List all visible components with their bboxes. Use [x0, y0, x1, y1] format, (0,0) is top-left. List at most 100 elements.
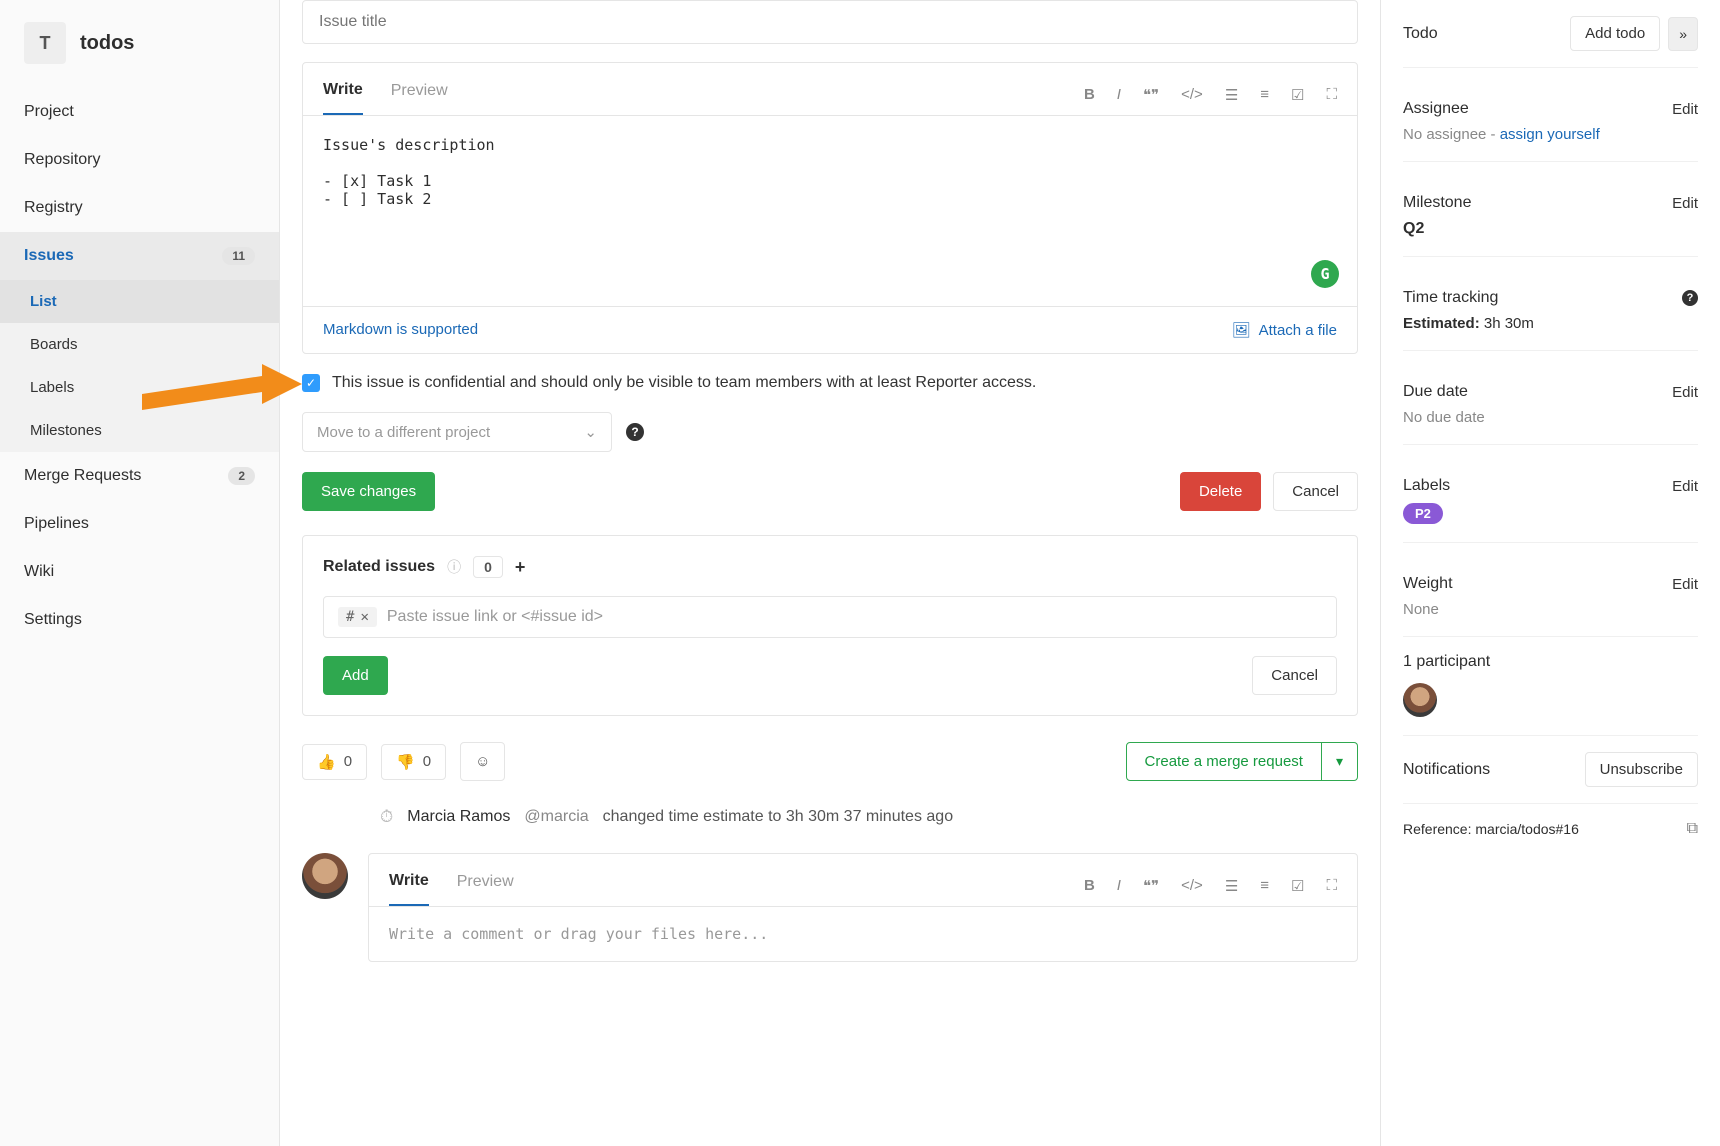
project-avatar: T [24, 22, 66, 64]
duedate-value: No due date [1403, 409, 1698, 445]
weight-edit[interactable]: Edit [1672, 576, 1698, 593]
task-icon[interactable]: ☑ [1291, 877, 1304, 895]
help-icon[interactable]: ⓘ [447, 557, 461, 577]
cancel-button[interactable]: Cancel [1273, 472, 1358, 511]
quote-icon[interactable]: ❝❞ [1143, 86, 1159, 104]
comment-tab-write[interactable]: Write [389, 866, 429, 906]
collapse-sidebar-button[interactable]: » [1668, 17, 1698, 51]
labels-label: Labels [1403, 477, 1450, 495]
create-mr-button[interactable]: Create a merge request [1126, 742, 1322, 781]
nav-pipelines[interactable]: Pipelines [0, 500, 279, 548]
thumbs-up-button[interactable]: 👍 0 [302, 744, 367, 780]
tab-preview[interactable]: Preview [391, 76, 448, 114]
assignee-edit[interactable]: Edit [1672, 101, 1698, 118]
confidential-row: ✓ This issue is confidential and should … [302, 374, 1358, 392]
duedate-edit[interactable]: Edit [1672, 384, 1698, 401]
assign-yourself-link[interactable]: assign yourself [1500, 126, 1600, 143]
related-add-button[interactable]: Add [323, 656, 388, 695]
participants-label: 1 participant [1403, 653, 1698, 683]
editor-toolbar: B I ❝❞ </> ☰ ≡ ☑ ⛶ [1084, 86, 1337, 104]
project-name: todos [80, 32, 134, 55]
milestone-value: Q2 [1403, 220, 1698, 257]
nav-settings[interactable]: Settings [0, 596, 279, 644]
clock-icon: ⏱ [380, 807, 393, 827]
ul-icon[interactable]: ☰ [1225, 86, 1238, 104]
code-icon[interactable]: </> [1181, 877, 1203, 895]
comment-textarea[interactable]: Write a comment or drag your files here.… [369, 907, 1357, 961]
description-editor: Write Preview B I ❝❞ </> ☰ ≡ ☑ ⛶ Issue's… [302, 62, 1358, 354]
nav-project[interactable]: Project [0, 88, 279, 136]
activity-text: changed time estimate to 3h 30m 37 minut… [603, 808, 953, 826]
comment-tab-preview[interactable]: Preview [457, 867, 514, 905]
editor-textarea[interactable]: Issue's description - [x] Task 1 - [ ] T… [303, 116, 1357, 306]
nav-repository[interactable]: Repository [0, 136, 279, 184]
arrow-annotation [142, 354, 302, 434]
emoji-picker-button[interactable]: ☺ [460, 742, 505, 781]
italic-icon[interactable]: I [1117, 86, 1121, 104]
copy-icon[interactable]: ⧉ [1687, 820, 1698, 838]
nav-wiki[interactable]: Wiki [0, 548, 279, 596]
bold-icon[interactable]: B [1084, 86, 1095, 104]
related-issue-input[interactable]: #✕ Paste issue link or <#issue id> [323, 596, 1337, 638]
weight-label: Weight [1403, 575, 1453, 593]
issues-count-badge: 11 [222, 247, 255, 265]
nav-issues[interactable]: Issues 11 [0, 232, 279, 280]
unsubscribe-button[interactable]: Unsubscribe [1585, 752, 1698, 787]
activity-handle[interactable]: @marcia [524, 808, 588, 826]
add-todo-button[interactable]: Add todo [1570, 16, 1660, 51]
related-cancel-button[interactable]: Cancel [1252, 656, 1337, 695]
time-tracking-label: Time tracking [1403, 289, 1498, 307]
comment-editor: Write Preview B I ❝❞ </> ☰ ≡ ☑ ⛶ Write a… [368, 853, 1358, 962]
confidential-checkbox[interactable]: ✓ [302, 374, 320, 392]
labels-edit[interactable]: Edit [1672, 478, 1698, 495]
project-header: T todos [0, 8, 279, 88]
fullscreen-icon[interactable]: ⛶ [1326, 877, 1337, 895]
move-project-select[interactable]: Move to a different project ⌄ [302, 412, 612, 452]
notifications-label: Notifications [1403, 761, 1490, 779]
help-icon[interactable]: ? [626, 423, 644, 441]
milestone-label: Milestone [1403, 194, 1471, 212]
ol-icon[interactable]: ≡ [1260, 877, 1269, 895]
hash-chip[interactable]: #✕ [338, 607, 377, 627]
mr-count-badge: 2 [228, 467, 255, 485]
delete-button[interactable]: Delete [1180, 472, 1261, 511]
todo-label: Todo [1403, 25, 1438, 43]
confidential-label: This issue is confidential and should on… [332, 374, 1036, 392]
activity-entry: ⏱ Marcia Ramos @marcia changed time esti… [302, 807, 1358, 827]
label-pill[interactable]: P2 [1403, 503, 1443, 524]
quote-icon[interactable]: ❝❞ [1143, 877, 1159, 895]
code-icon[interactable]: </> [1181, 86, 1203, 104]
ol-icon[interactable]: ≡ [1260, 86, 1269, 104]
related-count: 0 [473, 556, 503, 578]
related-issues-panel: Related issues ⓘ 0 + #✕ Paste issue link… [302, 535, 1358, 716]
subnav-list[interactable]: List [0, 280, 279, 323]
save-button[interactable]: Save changes [302, 472, 435, 511]
tab-write[interactable]: Write [323, 75, 363, 115]
nav-merge-requests[interactable]: Merge Requests 2 [0, 452, 279, 500]
info-icon[interactable]: ? [1682, 290, 1698, 306]
grammarly-icon[interactable]: G [1311, 260, 1339, 288]
create-mr-dropdown[interactable]: ▾ [1322, 742, 1358, 781]
nav-registry[interactable]: Registry [0, 184, 279, 232]
thumbs-down-button[interactable]: 👎 0 [381, 744, 446, 780]
time-estimate: Estimated: 3h 30m [1403, 315, 1698, 351]
ul-icon[interactable]: ☰ [1225, 877, 1238, 895]
milestone-edit[interactable]: Edit [1672, 195, 1698, 212]
add-related-button[interactable]: + [515, 557, 526, 578]
attach-file-link[interactable]: 🖼 Attach a file [1232, 321, 1337, 339]
assignee-value: No assignee - assign yourself [1403, 126, 1698, 162]
activity-user[interactable]: Marcia Ramos [407, 808, 510, 826]
chevron-down-icon: ⌄ [584, 423, 597, 441]
bold-icon[interactable]: B [1084, 877, 1095, 895]
close-icon[interactable]: ✕ [360, 609, 368, 625]
current-user-avatar [302, 853, 348, 899]
markdown-help-link[interactable]: Markdown is supported [323, 321, 478, 339]
sidebar: T todos Project Repository Registry Issu… [0, 0, 280, 1146]
issue-title-input[interactable] [302, 0, 1358, 44]
italic-icon[interactable]: I [1117, 877, 1121, 895]
participant-avatar[interactable] [1403, 683, 1437, 717]
fullscreen-icon[interactable]: ⛶ [1326, 86, 1337, 104]
duedate-label: Due date [1403, 383, 1468, 401]
task-icon[interactable]: ☑ [1291, 86, 1304, 104]
weight-value: None [1403, 601, 1698, 637]
